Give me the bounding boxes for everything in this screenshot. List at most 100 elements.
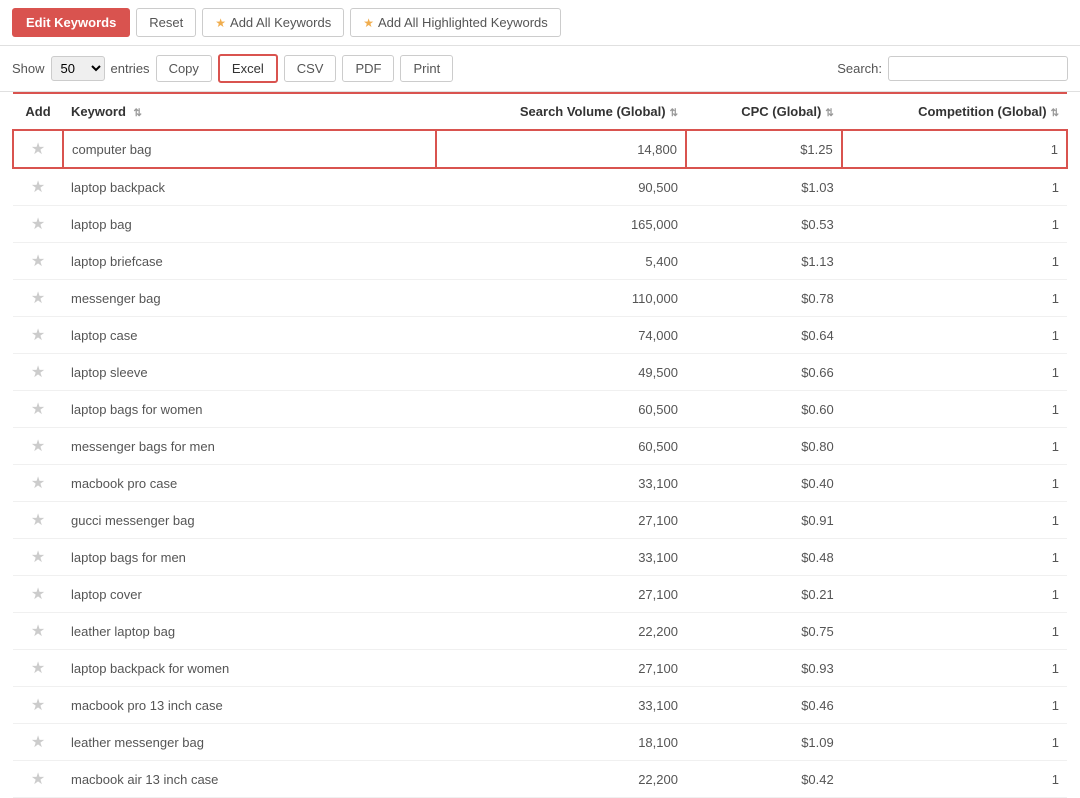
competition-cell: 1 <box>842 650 1067 687</box>
volume-cell: 27,100 <box>436 502 686 539</box>
table-row: ★leather laptop bag22,200$0.751 <box>13 613 1067 650</box>
volume-cell: 74,000 <box>436 317 686 354</box>
star-button[interactable]: ★ <box>31 584 45 604</box>
keywords-table: Add Keyword ⇅ Search Volume (Global)⇅ CP… <box>12 92 1068 798</box>
col-competition[interactable]: Competition (Global)⇅ <box>842 93 1067 130</box>
volume-cell: 110,000 <box>436 280 686 317</box>
star-button[interactable]: ★ <box>31 399 45 419</box>
search-area: Search: <box>837 56 1068 81</box>
cpc-cell: $0.91 <box>686 502 842 539</box>
cpc-cell: $0.60 <box>686 391 842 428</box>
sort-arrows-cpc: ⇅ <box>825 108 833 119</box>
entries-select[interactable]: 50 25 100 <box>51 56 105 81</box>
excel-button[interactable]: Excel <box>218 54 278 83</box>
competition-cell: 1 <box>842 280 1067 317</box>
col-keyword[interactable]: Keyword ⇅ <box>63 93 436 130</box>
competition-cell: 1 <box>842 465 1067 502</box>
table-row: ★macbook air 13 inch case22,200$0.421 <box>13 761 1067 798</box>
table-container: Add Keyword ⇅ Search Volume (Global)⇅ CP… <box>0 92 1080 798</box>
star-cell: ★ <box>13 354 63 391</box>
reset-button[interactable]: Reset <box>136 8 196 37</box>
star-button[interactable]: ★ <box>31 362 45 382</box>
competition-cell: 1 <box>842 539 1067 576</box>
star-button[interactable]: ★ <box>31 436 45 456</box>
cpc-cell: $0.46 <box>686 687 842 724</box>
cpc-cell: $0.93 <box>686 650 842 687</box>
star-icon-highlighted: ★ <box>363 16 374 30</box>
keyword-cell: messenger bag <box>63 280 436 317</box>
cpc-cell: $0.42 <box>686 761 842 798</box>
star-button[interactable]: ★ <box>31 769 45 789</box>
keyword-cell: messenger bags for men <box>63 428 436 465</box>
sort-arrows-keyword: ⇅ <box>134 108 142 119</box>
star-cell: ★ <box>13 724 63 761</box>
cpc-cell: $0.40 <box>686 465 842 502</box>
print-button[interactable]: Print <box>400 55 453 82</box>
csv-button[interactable]: CSV <box>284 55 337 82</box>
table-row: ★ macbook pro case33,100$0.401 <box>13 465 1067 502</box>
star-button[interactable]: ★ <box>31 658 45 678</box>
volume-cell: 5,400 <box>436 243 686 280</box>
table-header-row: Add Keyword ⇅ Search Volume (Global)⇅ CP… <box>13 93 1067 130</box>
col-volume[interactable]: Search Volume (Global)⇅ <box>436 93 686 130</box>
star-cell: ★ <box>13 206 63 243</box>
star-button[interactable]: ★ <box>31 214 45 234</box>
star-button[interactable]: ★ <box>31 251 45 271</box>
star-button[interactable]: ★ <box>31 547 45 567</box>
competition-cell: 1 <box>842 724 1067 761</box>
entries-label: entries <box>111 61 150 76</box>
star-button[interactable]: ★ <box>31 288 45 308</box>
star-button[interactable]: ★ <box>31 732 45 752</box>
edit-keywords-button[interactable]: Edit Keywords <box>12 8 130 37</box>
table-row: ★messenger bags for men60,500$0.801 <box>13 428 1067 465</box>
competition-cell: 1 <box>842 613 1067 650</box>
keyword-cell: laptop briefcase <box>63 243 436 280</box>
volume-cell: 60,500 <box>436 391 686 428</box>
keyword-cell: macbook pro 13 inch case <box>63 687 436 724</box>
competition-cell: 1 <box>842 391 1067 428</box>
add-all-highlighted-button[interactable]: ★ Add All Highlighted Keywords <box>350 8 561 37</box>
search-input[interactable] <box>888 56 1068 81</box>
table-row: ★leather messenger bag18,100$1.091 <box>13 724 1067 761</box>
keyword-cell: macbook pro case <box>63 465 436 502</box>
star-button[interactable]: ★ <box>31 510 45 530</box>
search-label: Search: <box>837 61 882 76</box>
volume-cell: 27,100 <box>436 650 686 687</box>
table-row: ★laptop bags for men33,100$0.481 <box>13 539 1067 576</box>
star-button[interactable]: ★ <box>31 139 45 159</box>
cpc-cell: $0.66 <box>686 354 842 391</box>
star-cell: ★ <box>13 280 63 317</box>
cpc-cell: $0.78 <box>686 280 842 317</box>
table-row: ★computer bag14,800$1.251 <box>13 130 1067 168</box>
volume-cell: 165,000 <box>436 206 686 243</box>
competition-cell: 1 <box>842 206 1067 243</box>
star-button[interactable]: ★ <box>31 325 45 345</box>
star-button[interactable]: ★ <box>31 473 45 493</box>
copy-button[interactable]: Copy <box>156 55 212 82</box>
volume-cell: 22,200 <box>436 613 686 650</box>
star-cell: ★ <box>13 687 63 724</box>
keyword-cell: laptop sleeve <box>63 354 436 391</box>
star-cell: ★ <box>13 428 63 465</box>
volume-cell: 33,100 <box>436 465 686 502</box>
star-button[interactable]: ★ <box>31 621 45 641</box>
star-cell: ★ <box>13 576 63 613</box>
competition-cell: 1 <box>842 502 1067 539</box>
col-cpc[interactable]: CPC (Global)⇅ <box>686 93 842 130</box>
table-row: ★gucci messenger bag27,100$0.911 <box>13 502 1067 539</box>
keyword-cell: laptop bags for women <box>63 391 436 428</box>
keyword-cell: leather laptop bag <box>63 613 436 650</box>
volume-cell: 22,200 <box>436 761 686 798</box>
star-button[interactable]: ★ <box>31 177 45 197</box>
volume-cell: 49,500 <box>436 354 686 391</box>
star-cell: ★ <box>13 761 63 798</box>
volume-cell: 18,100 <box>436 724 686 761</box>
col-add: Add <box>13 93 63 130</box>
star-cell: ★ <box>13 243 63 280</box>
add-all-keywords-button[interactable]: ★ Add All Keywords <box>202 8 344 37</box>
star-button[interactable]: ★ <box>31 695 45 715</box>
keyword-cell: laptop bag <box>63 206 436 243</box>
pdf-button[interactable]: PDF <box>342 55 394 82</box>
sort-arrows-volume: ⇅ <box>670 108 678 119</box>
cpc-cell: $1.03 <box>686 168 842 206</box>
